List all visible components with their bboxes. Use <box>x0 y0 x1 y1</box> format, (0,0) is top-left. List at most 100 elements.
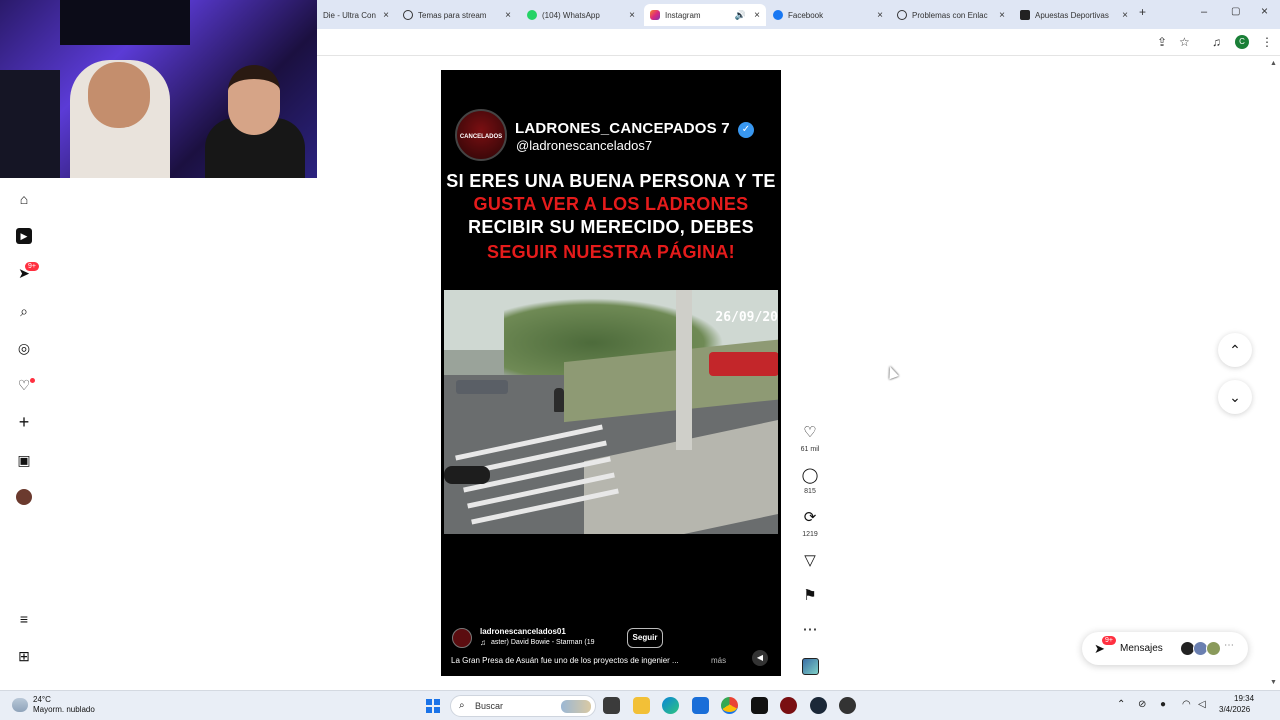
close-icon[interactable]: × <box>383 10 389 21</box>
bookmark-icon[interactable]: ⚑ <box>801 588 819 604</box>
app-dark-icon[interactable] <box>839 697 856 714</box>
steam-icon[interactable] <box>810 697 827 714</box>
clock-time[interactable]: 19:34 <box>1234 694 1254 703</box>
author-avatar[interactable] <box>452 628 472 648</box>
author-username[interactable]: ladronescancelados01 <box>480 627 566 636</box>
close-icon[interactable]: × <box>754 10 760 21</box>
tab-label: Temas para stream <box>418 10 487 20</box>
weather-description[interactable]: Mayorm. nublado <box>33 705 95 714</box>
chrome-icon[interactable] <box>721 697 738 714</box>
cloud-weather-icon[interactable] <box>12 698 28 712</box>
notification-dot <box>30 378 35 383</box>
speaker-icon[interactable]: 🔊 <box>735 10 746 21</box>
tab-apuestas[interactable]: Apuestas Deportivas × <box>1014 4 1134 26</box>
music-track[interactable]: aster) David Bowie - Starman (19 <box>491 639 594 646</box>
channel-name: LADRONES_CANCEPADOS 7 <box>515 120 730 137</box>
profile-avatar-icon[interactable] <box>16 489 32 505</box>
windows-start-icon[interactable] <box>426 699 440 713</box>
window-close-icon[interactable]: × <box>1261 4 1268 18</box>
close-icon[interactable]: × <box>1122 10 1128 21</box>
next-reel-button[interactable]: ⌄ <box>1218 380 1252 414</box>
streamer-head <box>88 62 150 128</box>
avatar <box>1206 641 1221 656</box>
app-red-icon[interactable] <box>780 697 797 714</box>
volume-icon[interactable]: ◁ <box>1198 699 1206 710</box>
explore-compass-icon[interactable]: ◎ <box>16 340 32 356</box>
cctv-video-frame[interactable]: 26/09/20 <box>444 290 778 534</box>
video-motorbike <box>444 466 490 484</box>
task-view-icon[interactable] <box>603 697 620 714</box>
weather-temperature[interactable]: 24°C <box>33 695 51 704</box>
profile-avatar[interactable]: C <box>1235 35 1249 49</box>
mouse-cursor <box>885 364 899 380</box>
dashboard-icon[interactable]: ▣ <box>16 452 32 468</box>
reel-player[interactable]: CANCELADOS LADRONES_CANCEPADOS 7 ✓ @ladr… <box>441 70 781 676</box>
tab-ultra-con[interactable]: Die - Ultra Con × <box>317 4 395 26</box>
tab-instagram[interactable]: Instagram 🔊 × <box>644 4 766 26</box>
whatsapp-icon <box>527 10 537 20</box>
caption-line: RECIBIR SU MERECIDO, DEBES <box>468 217 754 237</box>
home-icon[interactable]: ⌂ <box>16 191 32 207</box>
messages-button[interactable]: ➤ 9+ Mensajes ⋯ <box>1082 632 1248 665</box>
reels-icon[interactable]: ▶ <box>16 228 32 244</box>
facebook-icon <box>773 10 783 20</box>
create-plus-icon[interactable]: + <box>16 413 32 431</box>
close-icon[interactable]: × <box>505 10 511 21</box>
notification-badge: 9+ <box>25 262 39 271</box>
tab-whatsapp[interactable]: (104) WhatsApp × <box>521 4 641 26</box>
edge-icon[interactable] <box>662 697 679 714</box>
comment-icon[interactable]: ◯ <box>801 468 819 484</box>
like-heart-icon[interactable]: ♡ <box>801 425 819 441</box>
caption-line: SI ERES UNA BUENA PERSONA Y TE <box>446 171 776 191</box>
tab-temas-stream[interactable]: Temas para stream × <box>397 4 517 26</box>
more-options-icon[interactable]: ⋯ <box>801 622 819 638</box>
video-pedestrian <box>554 388 564 412</box>
install-app-icon[interactable]: ⇪ <box>1157 35 1167 49</box>
tab-label: Apuestas Deportivas <box>1035 10 1109 20</box>
tiktok-icon[interactable] <box>751 697 768 714</box>
clock-date[interactable]: 3/4/2026 <box>1219 705 1250 714</box>
taskbar-search[interactable]: ⌕ Buscar <box>450 695 596 717</box>
mute-icon[interactable]: ◀ <box>752 650 768 666</box>
tab-label: Instagram <box>665 10 701 20</box>
music-note-icon: ♫ <box>480 638 486 647</box>
more-link[interactable]: más <box>711 656 726 665</box>
search-icon[interactable]: ⌕ <box>16 303 32 319</box>
apps-grid-icon[interactable]: ⊞ <box>16 648 32 664</box>
messages-badge: 9+ <box>1102 636 1116 645</box>
follow-button[interactable]: Seguir <box>627 628 663 648</box>
bookmark-star-icon[interactable]: ☆ <box>1179 35 1190 49</box>
close-icon[interactable]: × <box>877 10 883 21</box>
close-icon[interactable]: × <box>629 10 635 21</box>
new-tab-icon[interactable]: + <box>1139 5 1146 19</box>
tab-label: Facebook <box>788 10 824 20</box>
reel-description: La Gran Presa de Asuán fue uno de los pr… <box>451 656 679 665</box>
scroll-down-arrow[interactable]: ▼ <box>1270 679 1277 686</box>
search-highlight-icon <box>561 700 591 713</box>
channel-handle: @ladronescancelados7 <box>516 138 653 153</box>
close-icon[interactable]: × <box>999 10 1005 21</box>
comments-count: 815 <box>804 488 816 495</box>
more-menu-icon[interactable]: ≡ <box>16 611 32 627</box>
video-red-car <box>709 352 778 376</box>
media-control-icon[interactable]: ♫ <box>1212 35 1221 49</box>
scroll-up-arrow[interactable]: ▲ <box>1270 60 1277 67</box>
tab-facebook[interactable]: Facebook × <box>767 4 889 26</box>
menu-kebab-icon[interactable]: ⋮ <box>1261 35 1273 49</box>
tab-problemas-enlace[interactable]: Problemas con Enlac × <box>891 4 1011 26</box>
video-pole <box>676 290 692 450</box>
mic-icon[interactable]: ● <box>1160 699 1166 710</box>
repost-icon[interactable]: ⟳ <box>801 510 819 526</box>
maximize-icon[interactable]: ▢ <box>1231 5 1240 19</box>
share-send-icon[interactable]: ▽ <box>801 553 819 569</box>
file-explorer-icon[interactable] <box>633 697 650 714</box>
network-off-icon[interactable]: ⊘ <box>1138 699 1146 710</box>
chevron-up-icon[interactable]: ⌃ <box>1117 699 1125 710</box>
previous-reel-button[interactable]: ⌃ <box>1218 333 1252 367</box>
store-icon[interactable] <box>692 697 709 714</box>
instagram-icon <box>650 10 660 20</box>
minimize-icon[interactable]: – <box>1201 5 1207 19</box>
audio-thumbnail[interactable] <box>802 658 819 675</box>
wifi-icon[interactable]: ◠ <box>1182 699 1191 710</box>
video-grey-car <box>456 380 508 394</box>
